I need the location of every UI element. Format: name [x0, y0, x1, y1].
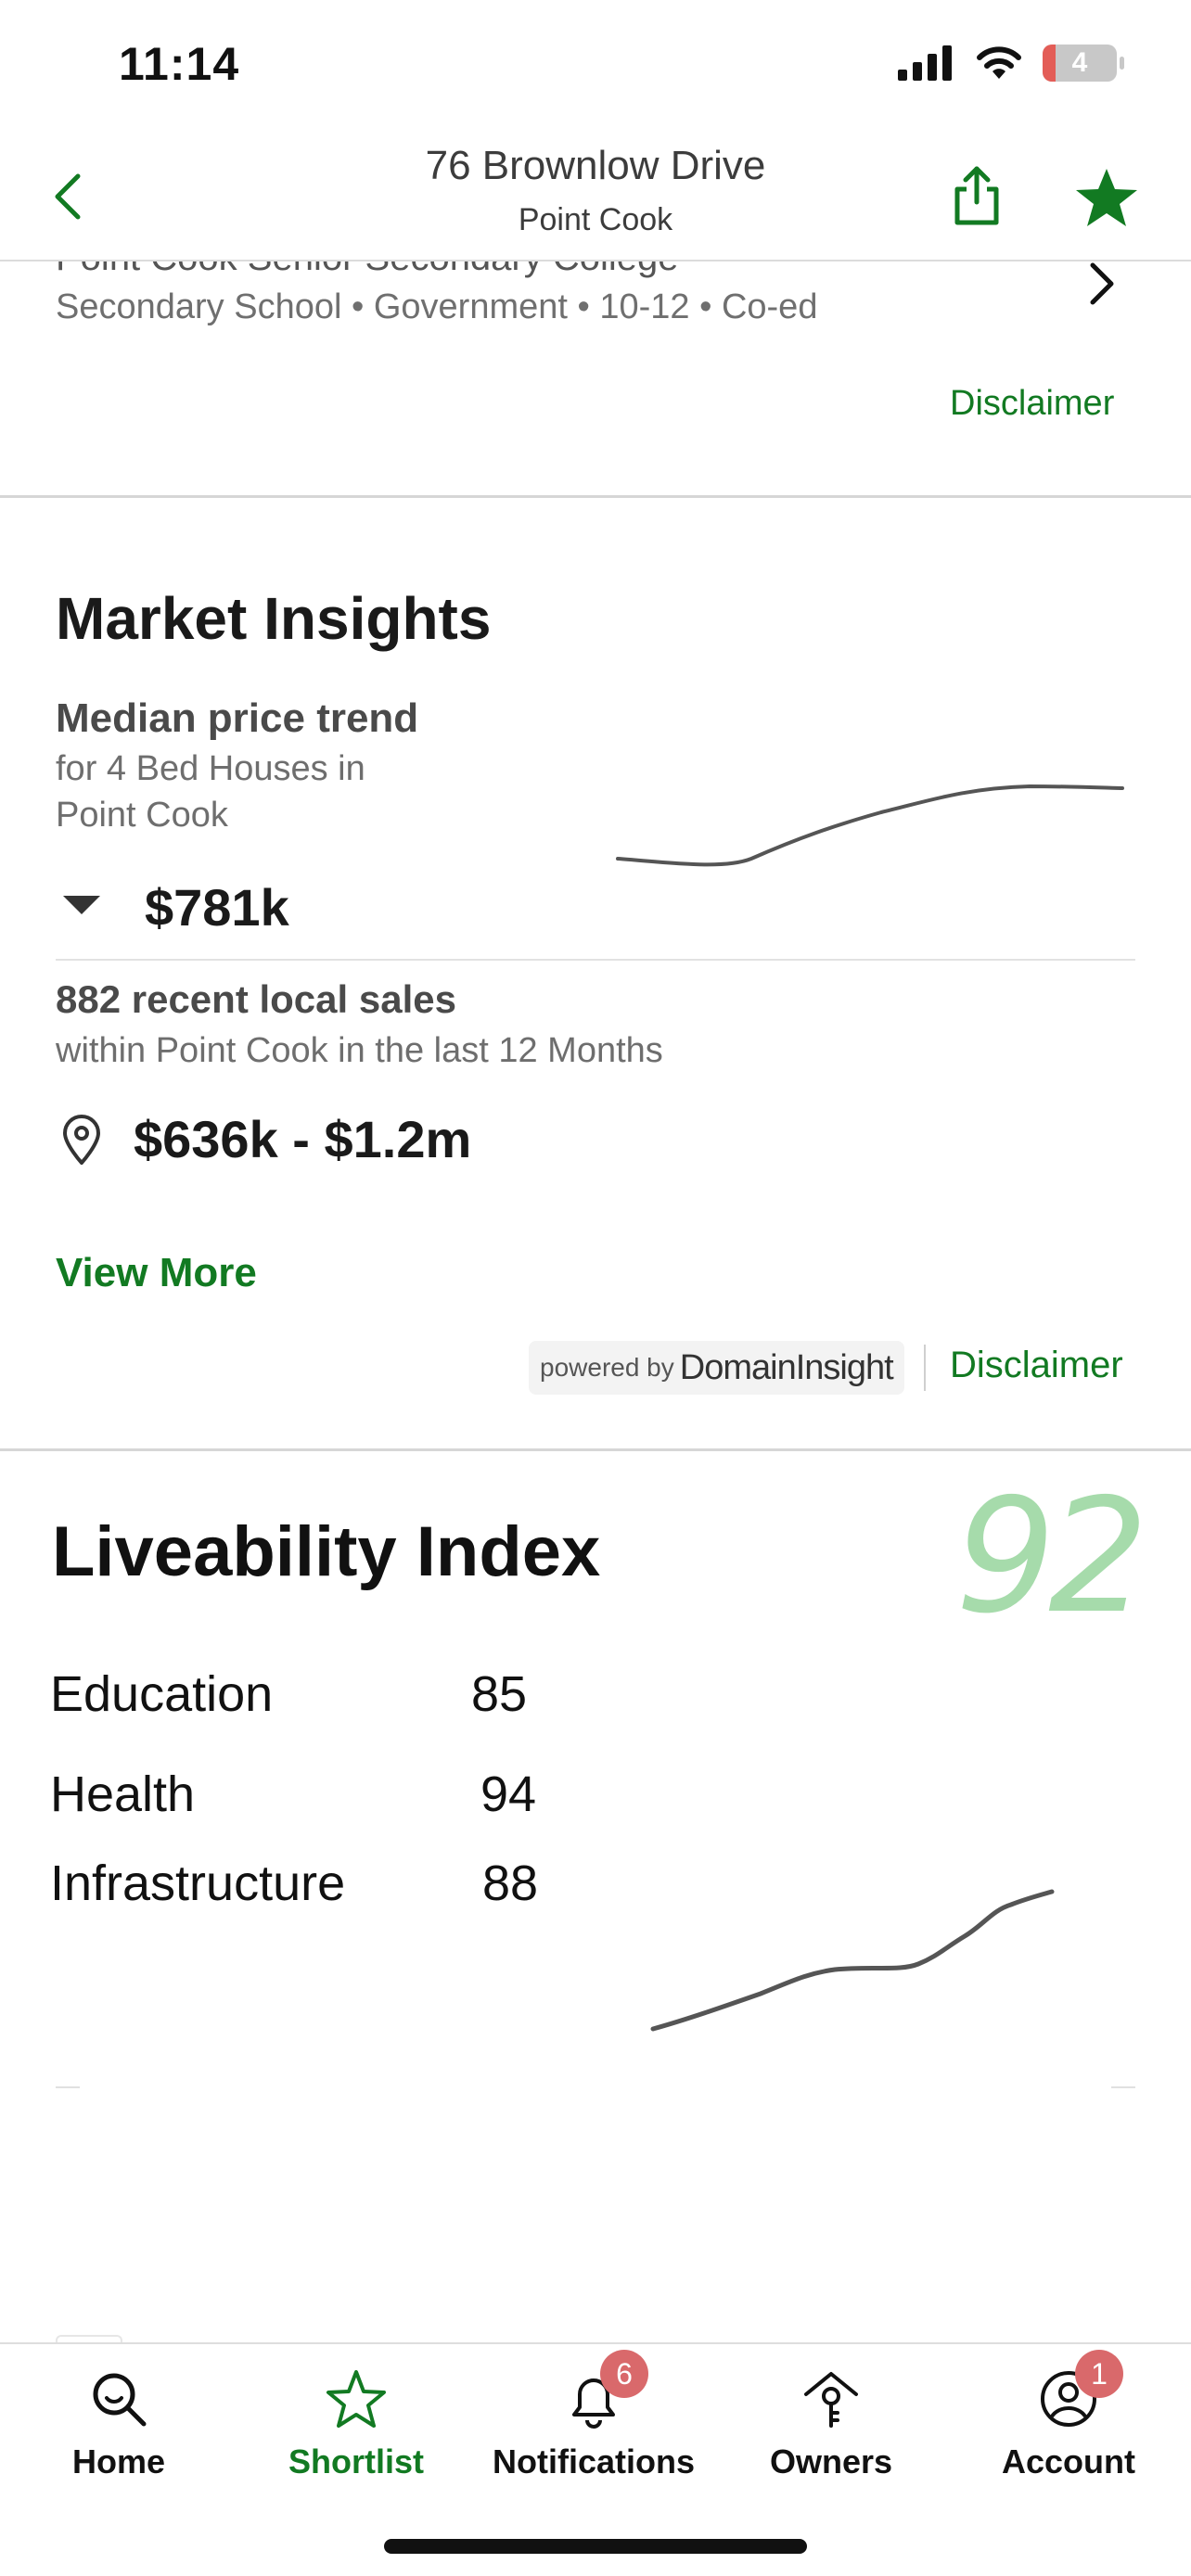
- status-icons: 4: [898, 45, 1124, 82]
- brand-logo: DomainInsight: [679, 1347, 894, 1387]
- account-badge: 1: [1075, 2350, 1123, 2398]
- liveability-title: Liveability Index: [52, 1512, 601, 1591]
- star-icon[interactable]: [1074, 167, 1139, 228]
- powered-by-badge: powered by DomainInsight: [529, 1341, 904, 1395]
- liveability-sparkline: [650, 1889, 1055, 2032]
- insights-divider: [56, 959, 1135, 961]
- star-outline-icon: [327, 2370, 386, 2428]
- liveability-score: 92: [955, 1465, 1148, 1649]
- property-header: 76 Brownlow Drive Point Cook: [0, 130, 1191, 261]
- wifi-icon: [977, 46, 1021, 79]
- location-pin-icon: [63, 1115, 100, 1165]
- tab-notifications[interactable]: 6 Notifications: [475, 2344, 712, 2511]
- section-divider: [0, 1448, 1191, 1451]
- view-more-link[interactable]: View More: [56, 1250, 257, 1296]
- sales-price-range: $636k - $1.2m: [134, 1110, 472, 1168]
- liveability-value-infrastructure: 88: [482, 1855, 539, 1911]
- liveability-value-education: 85: [471, 1666, 528, 1722]
- page-subtitle: Point Cook: [518, 202, 673, 237]
- recent-sales-title: 882 recent local sales: [56, 977, 456, 1021]
- tab-account-label: Account: [1002, 2442, 1135, 2480]
- liveability-label-infrastructure: Infrastructure: [50, 1855, 346, 1911]
- liveability-value-health: 94: [480, 1766, 537, 1822]
- section-divider: [0, 495, 1191, 498]
- caret-down-icon: [63, 896, 100, 914]
- page-title: 76 Brownlow Drive: [425, 143, 766, 188]
- liveability-label-health: Health: [50, 1766, 196, 1822]
- house-key-icon: [804, 2372, 858, 2428]
- powered-by-label: powered by: [540, 1353, 674, 1382]
- school-meta: Secondary School • Government • 10-12 • …: [56, 287, 818, 326]
- home-indicator: [384, 2539, 807, 2554]
- median-price-sparkline: [616, 784, 1124, 867]
- share-icon[interactable]: [948, 165, 1005, 226]
- liveability-label-education: Education: [50, 1666, 274, 1722]
- chevron-right-icon[interactable]: [1085, 260, 1119, 308]
- search-icon: [93, 2373, 147, 2427]
- median-trend-desc-suburb: Point Cook: [56, 796, 228, 835]
- tab-home[interactable]: Home: [0, 2344, 237, 2511]
- tab-shortlist[interactable]: Shortlist: [237, 2344, 475, 2511]
- tab-home-label: Home: [71, 2442, 166, 2480]
- median-trend-title: Median price trend: [56, 695, 419, 741]
- school-disclaimer-link[interactable]: Disclaimer: [950, 384, 1114, 424]
- chart-tick: [56, 2086, 80, 2088]
- recent-sales-desc: within Point Cook in the last 12 Months: [56, 1031, 663, 1070]
- tab-account[interactable]: 1 Account: [950, 2344, 1187, 2511]
- insights-disclaimer-link[interactable]: Disclaimer: [950, 1345, 1123, 1386]
- median-price: $781k: [145, 878, 289, 937]
- tab-shortlist-label: Shortlist: [288, 2442, 424, 2480]
- notifications-badge: 6: [600, 2350, 648, 2398]
- tab-owners-label: Owners: [769, 2442, 893, 2480]
- badge-divider: [924, 1345, 926, 1391]
- tab-owners[interactable]: Owners: [712, 2344, 950, 2511]
- chart-tick: [1111, 2086, 1135, 2088]
- battery-level: 4: [1071, 47, 1088, 78]
- median-trend-desc: for 4 Bed Houses in: [56, 749, 365, 788]
- battery-icon: 4: [1043, 45, 1124, 82]
- tab-notifications-label: Notifications: [492, 2442, 695, 2480]
- signal-icon: [898, 45, 952, 81]
- status-time: 11:14: [119, 38, 240, 90]
- market-insights-title: Market Insights: [56, 585, 492, 652]
